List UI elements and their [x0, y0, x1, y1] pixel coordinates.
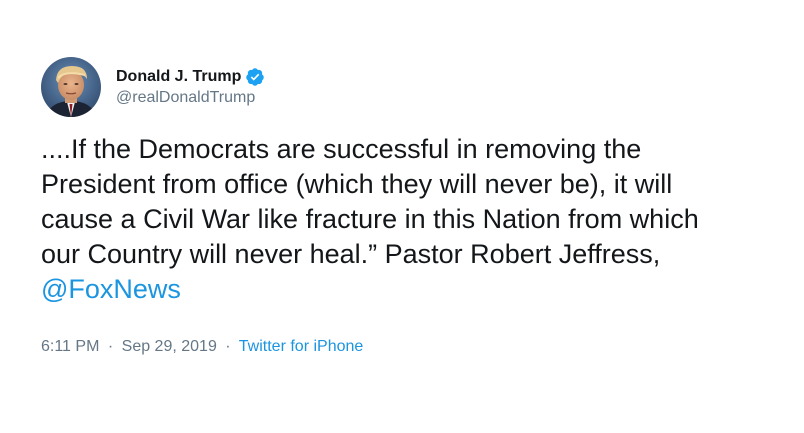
tweet-text-line: ....If the Democrats are successful in r… — [41, 134, 642, 164]
mention-link[interactable]: @FoxNews — [41, 274, 181, 304]
tweet-time[interactable]: 6:11 PM — [41, 338, 99, 355]
separator-dot: · — [107, 338, 114, 355]
display-name[interactable]: Donald J. Trump — [116, 66, 241, 87]
separator-dot: · — [225, 338, 231, 355]
tweet-text-line: our Country will never heal.” Pastor Rob… — [41, 239, 661, 269]
user-names: Donald J. Trump @realDonaldTrump — [116, 66, 265, 108]
tweet-text-line: President from office (which they will n… — [41, 169, 673, 199]
tweet-header: Donald J. Trump @realDonaldTrump — [41, 56, 265, 118]
tweet-card: Donald J. Trump @realDonaldTrump ....If … — [0, 0, 804, 433]
user-handle[interactable]: @realDonaldTrump — [116, 87, 265, 108]
tweet-source-link[interactable]: Twitter for iPhone — [239, 338, 364, 355]
tweet-date[interactable]: Sep 29, 2019 — [122, 338, 217, 355]
verified-badge-icon — [245, 67, 265, 87]
avatar-image — [41, 57, 101, 117]
tweet-text-line: cause a Civil War like fracture in this … — [41, 204, 699, 234]
name-row: Donald J. Trump — [116, 66, 265, 87]
tweet-text: ....If the Democrats are successful in r… — [41, 132, 781, 307]
avatar[interactable] — [41, 57, 101, 117]
tweet-metadata: 6:11 PM · Sep 29, 2019 · Twitter for iPh… — [41, 336, 363, 357]
